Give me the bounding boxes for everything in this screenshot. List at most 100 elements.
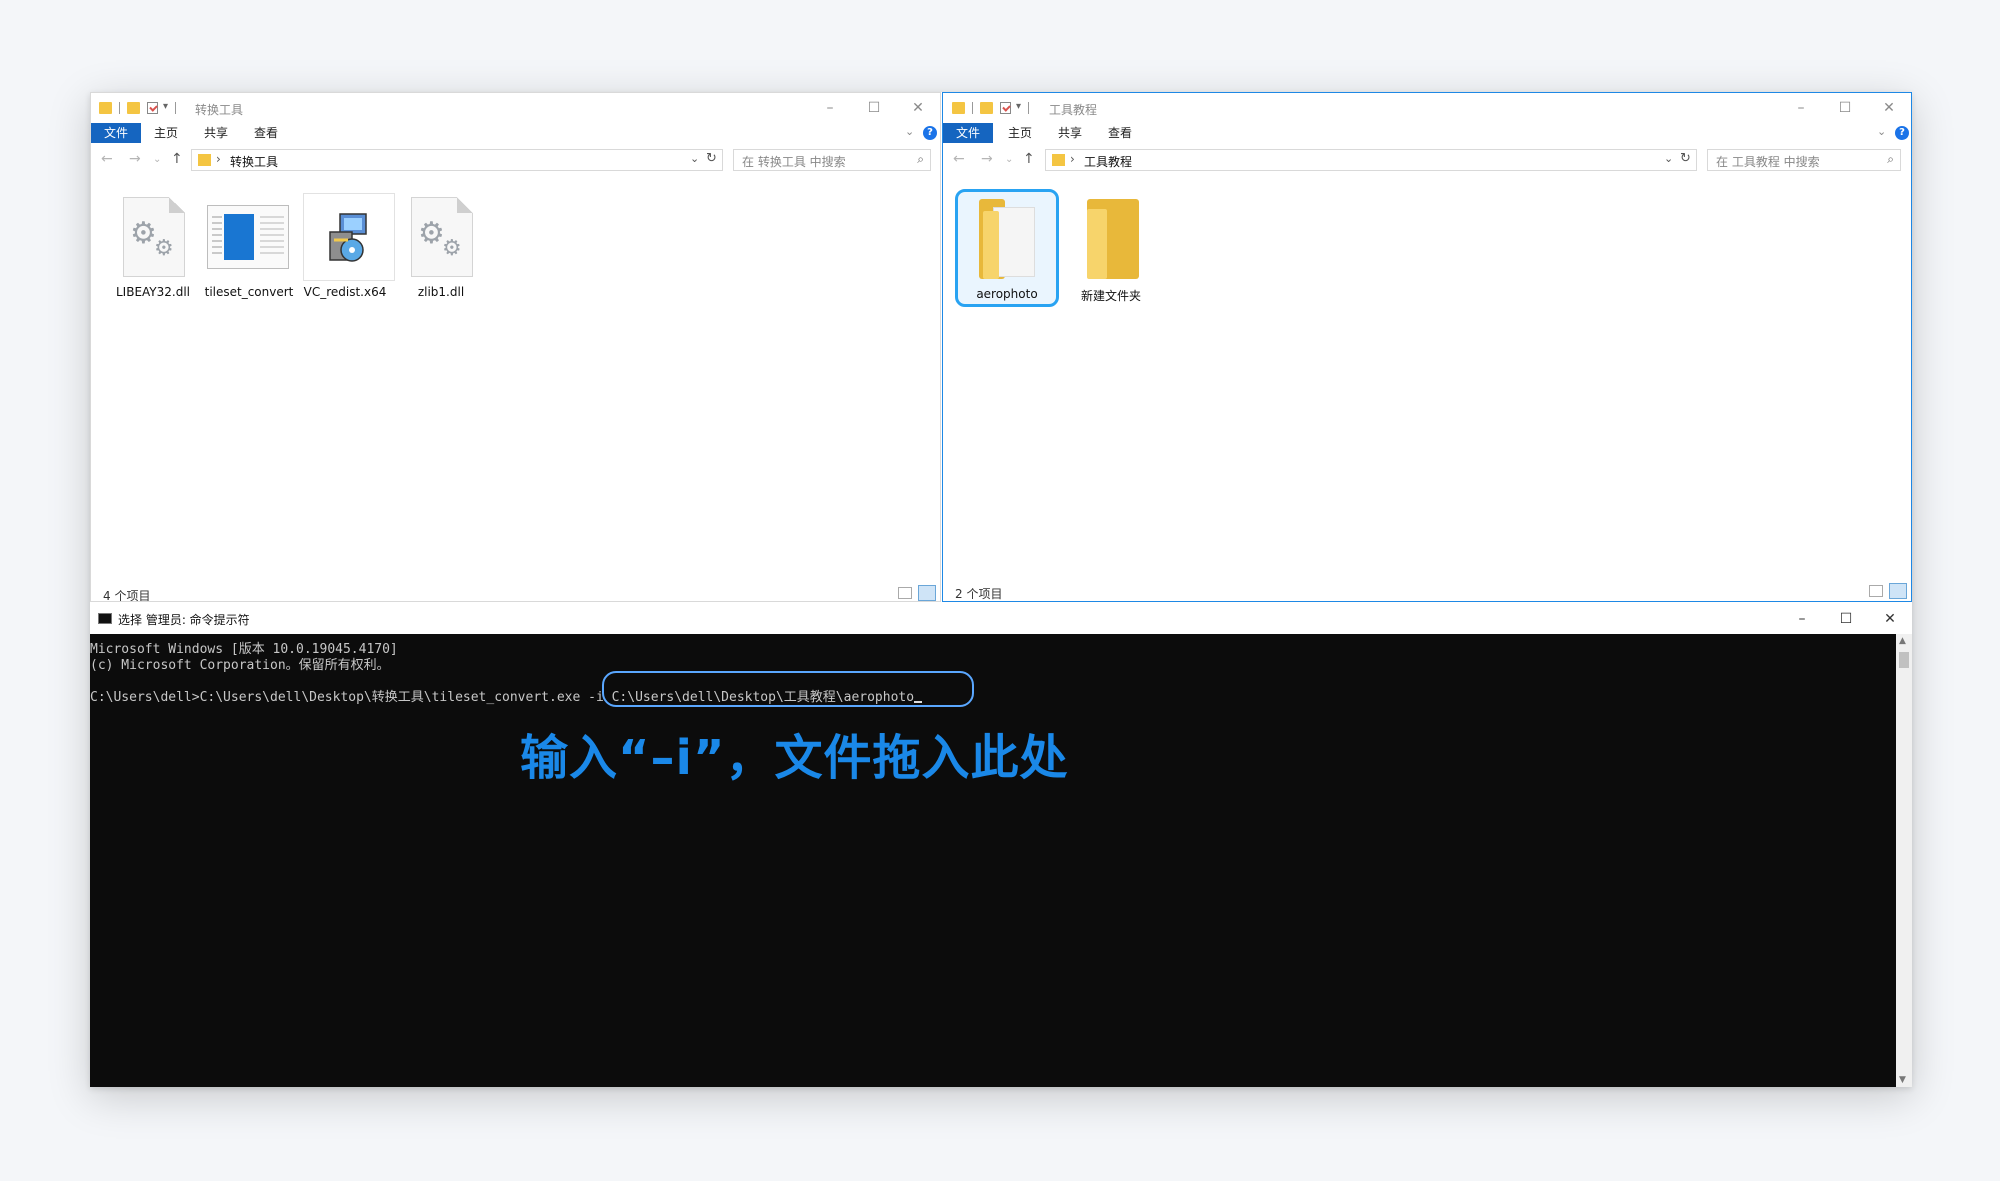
file-name: zlib1.dll <box>417 285 465 299</box>
folder-icon <box>952 102 965 114</box>
tab-view[interactable]: 查看 <box>251 123 281 143</box>
separator <box>972 102 973 114</box>
tab-view[interactable]: 查看 <box>1105 123 1135 143</box>
console-output[interactable]: Microsoft Windows [版本 10.0.19045.4170] (… <box>90 634 1896 1087</box>
search-box[interactable]: 在 转换工具 中搜索 ⌕ <box>733 149 931 171</box>
window-controls: – ☐ ✕ <box>808 97 940 119</box>
quick-access-dropdown-icon[interactable]: ▾ <box>163 101 168 112</box>
navigation-bar: ← → ⌄ ↑ › 转换工具 ⌄ ↻ 在 转换工具 中搜索 ⌕ <box>91 149 940 173</box>
view-toggle <box>898 585 938 601</box>
folder-icon <box>979 199 1039 279</box>
search-icon[interactable]: ⌕ <box>1887 152 1894 167</box>
close-icon[interactable]: ✕ <box>896 97 940 119</box>
tab-share[interactable]: 共享 <box>1055 123 1085 143</box>
tab-home[interactable]: 主页 <box>151 123 181 143</box>
cmd-title-bar: 选择 管理员: 命令提示符 – ☐ ✕ <box>90 604 1912 634</box>
refresh-icon[interactable]: ↻ <box>706 151 717 166</box>
view-toggle <box>1869 583 1909 599</box>
new-folder-icon[interactable] <box>127 102 140 114</box>
chevron-right-icon: › <box>1070 152 1075 166</box>
properties-icon[interactable] <box>147 102 158 114</box>
explorer-window-right: ▾ 工具教程 – ☐ ✕ 文件 主页 共享 查看 ⌄ ? ← → ⌄ ↑ › 工… <box>942 92 1912 602</box>
back-arrow-icon[interactable]: ← <box>953 151 965 167</box>
address-bar[interactable]: › 转换工具 ⌄ ↻ <box>191 149 723 171</box>
new-folder-icon[interactable] <box>980 102 993 114</box>
window-title: 转换工具 <box>195 103 244 117</box>
explorer-window-left: ▾ 转换工具 – ☐ ✕ 文件 主页 共享 查看 ⌄ ? ← → ⌄ ↑ › 转… <box>90 92 941 602</box>
desktop: { "left_explorer": { "title": "转换工具", "r… <box>0 0 2000 1181</box>
large-icons-view-icon[interactable] <box>918 585 936 601</box>
recent-dropdown-icon[interactable]: ⌄ <box>1005 154 1013 165</box>
chevron-right-icon: › <box>216 152 221 166</box>
gear-dll-icon: ⚙ ⚙ <box>123 197 185 277</box>
up-arrow-icon[interactable]: ↑ <box>171 151 183 167</box>
separator <box>1028 102 1029 114</box>
address-path[interactable]: 工具教程 <box>1084 153 1132 170</box>
forward-arrow-icon[interactable]: → <box>981 151 993 167</box>
search-placeholder: 在 工具教程 中搜索 <box>1716 155 1820 169</box>
command-prompt-window[interactable]: 选择 管理员: 命令提示符 – ☐ ✕ Microsoft Windows [版… <box>90 604 1912 1087</box>
instruction-annotation: 输入“–i”，文件拖入此处 <box>520 730 1069 786</box>
properties-icon[interactable] <box>1000 102 1011 114</box>
installer-icon <box>303 193 395 281</box>
recent-dropdown-icon[interactable]: ⌄ <box>153 154 161 165</box>
details-view-icon[interactable] <box>898 587 912 599</box>
help-icon[interactable]: ? <box>923 126 937 140</box>
folder-icon <box>1087 199 1143 279</box>
folder-icon <box>198 154 211 166</box>
window-title: 工具教程 <box>1049 103 1098 117</box>
search-icon[interactable]: ⌕ <box>917 152 924 167</box>
ribbon-expand-icon[interactable]: ⌄ <box>905 125 914 138</box>
scroll-down-icon[interactable]: ▼ <box>1899 1075 1906 1085</box>
window-title: 选择 管理员: 命令提示符 <box>118 613 250 627</box>
up-arrow-icon[interactable]: ↑ <box>1023 151 1035 167</box>
ribbon-tabs: 文件 主页 共享 查看 ⌄ ? <box>943 123 1911 143</box>
title-bar: ▾ 工具教程 – ☐ ✕ <box>943 93 1911 123</box>
status-item-count: 4 个项目 <box>103 589 151 602</box>
close-icon[interactable]: ✕ <box>1868 608 1912 630</box>
search-box[interactable]: 在 工具教程 中搜索 ⌕ <box>1707 149 1901 171</box>
window-controls: – ☐ ✕ <box>1780 608 1912 630</box>
close-icon[interactable]: ✕ <box>1867 97 1911 119</box>
back-arrow-icon[interactable]: ← <box>101 151 113 167</box>
separator <box>175 102 176 114</box>
help-icon[interactable]: ? <box>1895 126 1909 140</box>
refresh-icon[interactable]: ↻ <box>1680 151 1691 166</box>
folder-icon <box>99 102 112 114</box>
address-path[interactable]: 转换工具 <box>230 153 278 170</box>
minimize-icon[interactable]: – <box>1779 97 1823 119</box>
console-icon <box>98 613 112 624</box>
address-dropdown-icon[interactable]: ⌄ <box>1664 152 1673 165</box>
tab-file[interactable]: 文件 <box>91 123 141 143</box>
details-view-icon[interactable] <box>1869 585 1883 597</box>
quick-access-dropdown-icon[interactable]: ▾ <box>1016 101 1021 112</box>
folder-name: aerophoto <box>976 287 1038 301</box>
large-icons-view-icon[interactable] <box>1889 583 1907 599</box>
folder-name: 新建文件夹 <box>1080 289 1141 303</box>
navigation-bar: ← → ⌄ ↑ › 工具教程 ⌄ ↻ 在 工具教程 中搜索 ⌕ <box>943 149 1911 173</box>
status-item-count: 2 个项目 <box>955 587 1003 601</box>
address-dropdown-icon[interactable]: ⌄ <box>690 152 699 165</box>
ribbon-tabs: 文件 主页 共享 查看 ⌄ ? <box>91 123 940 143</box>
tab-home[interactable]: 主页 <box>1005 123 1035 143</box>
title-bar: ▾ 转换工具 – ☐ ✕ <box>91 93 940 123</box>
vertical-scrollbar[interactable]: ▲ ▼ <box>1896 634 1912 1087</box>
maximize-icon[interactable]: ☐ <box>1824 608 1868 630</box>
tab-file[interactable]: 文件 <box>943 123 993 143</box>
separator <box>119 102 120 114</box>
window-controls: – ☐ ✕ <box>1779 97 1911 119</box>
maximize-icon[interactable]: ☐ <box>852 97 896 119</box>
ribbon-expand-icon[interactable]: ⌄ <box>1877 125 1886 138</box>
forward-arrow-icon[interactable]: → <box>129 151 141 167</box>
scroll-up-icon[interactable]: ▲ <box>1899 636 1906 646</box>
application-icon <box>207 205 289 269</box>
scroll-thumb[interactable] <box>1899 652 1909 668</box>
maximize-icon[interactable]: ☐ <box>1823 97 1867 119</box>
address-bar[interactable]: › 工具教程 ⌄ ↻ <box>1045 149 1697 171</box>
tab-share[interactable]: 共享 <box>201 123 231 143</box>
folder-icon <box>1052 154 1065 166</box>
minimize-icon[interactable]: – <box>808 97 852 119</box>
gear-dll-icon: ⚙ ⚙ <box>411 197 473 277</box>
console-prompt-command: C:\Users\dell>C:\Users\dell\Desktop\转换工具… <box>90 690 581 705</box>
minimize-icon[interactable]: – <box>1780 608 1824 630</box>
